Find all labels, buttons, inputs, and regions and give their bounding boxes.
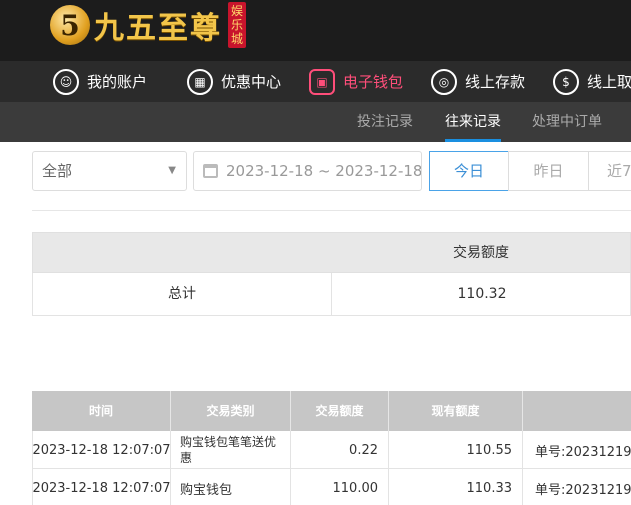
cell-type: 购宝钱包 xyxy=(171,469,291,505)
nav-item-label: 线上取 xyxy=(587,73,631,91)
column-header-order xyxy=(523,391,631,431)
nav-item-withdraw[interactable]: $ 线上取 xyxy=(553,61,631,102)
cell-time: 2023-12-18 12:07:07 xyxy=(33,431,171,469)
withdraw-icon: $ xyxy=(553,68,579,95)
yesterday-button[interactable]: 昨日 xyxy=(508,151,589,191)
type-select[interactable]: 全部 ▼ xyxy=(32,151,187,191)
cell-type: 购宝钱包笔笔送优惠 xyxy=(171,431,291,469)
site-header: 5 九五至尊 娱乐城 xyxy=(0,0,631,61)
date-range-value: 2023-12-18 ~ 2023-12-18 xyxy=(226,162,422,180)
site-logo[interactable]: 5 九五至尊 娱乐城 xyxy=(50,2,246,48)
cell-balance: 110.33 xyxy=(389,469,523,505)
column-header-time: 时间 xyxy=(32,391,171,431)
nav-item-deposit[interactable]: ◎ 线上存款 xyxy=(431,61,525,102)
deposit-icon: ◎ xyxy=(431,68,457,95)
type-select-value: 全部 xyxy=(42,162,73,180)
summary-header-amount: 交易额度 xyxy=(453,245,509,261)
nav-item-label: 线上存款 xyxy=(465,73,526,91)
brand-tag: 娱乐城 xyxy=(228,2,246,48)
cell-time: 2023-12-18 12:07:07 xyxy=(33,469,171,505)
column-header-type: 交易类别 xyxy=(171,391,291,431)
gift-icon: ▦ xyxy=(187,68,213,95)
last-7-days-button[interactable]: 近7 xyxy=(588,151,631,191)
caret-down-icon: ▼ xyxy=(168,165,176,176)
today-button[interactable]: 今日 xyxy=(429,151,509,191)
transactions-table: 时间 交易类别 交易额度 现有额度 2023-12-18 12:07:07 购宝… xyxy=(32,391,631,505)
calendar-icon xyxy=(203,164,218,178)
nav-item-label: 优惠中心 xyxy=(221,73,282,91)
tab-pending-orders[interactable]: 处理中订单 xyxy=(532,102,602,142)
table-header: 时间 交易类别 交易额度 现有额度 xyxy=(32,391,631,431)
cell-order-number: 单号:2023121937 xyxy=(535,482,631,498)
summary-total-value: 110.32 xyxy=(457,286,507,302)
column-header-amount: 交易额度 xyxy=(291,391,389,431)
summary-total-label: 总计 xyxy=(168,286,196,302)
cell-amount: 110.00 xyxy=(291,469,389,505)
main-nav: ☺ 我的账户 ▦ 优惠中心 ▣ 电子钱包 ◎ 线上存款 $ 线上取 xyxy=(0,61,631,102)
sub-nav: 投注记录 往来记录 处理中订单 xyxy=(0,102,631,142)
tab-transaction-records[interactable]: 往来记录 xyxy=(445,102,501,142)
divider xyxy=(32,210,631,211)
nav-item-promotions[interactable]: ▦ 优惠中心 xyxy=(187,61,281,102)
table-row: 2023-12-18 12:07:07 购宝钱包 110.00 110.33 单… xyxy=(32,469,631,505)
date-range-input[interactable]: 2023-12-18 ~ 2023-12-18 xyxy=(193,151,422,191)
cell-amount: 0.22 xyxy=(291,431,389,469)
logo-badge-icon: 5 xyxy=(50,5,90,45)
column-header-balance: 现有额度 xyxy=(389,391,523,431)
summary-header: 交易额度 xyxy=(32,232,631,273)
wallet-icon: ▣ xyxy=(309,68,335,95)
brand-name: 九五至尊 xyxy=(94,11,222,46)
table-row: 2023-12-18 12:07:07 购宝钱包笔笔送优惠 0.22 110.5… xyxy=(32,431,631,469)
user-icon: ☺ xyxy=(53,68,79,95)
cell-order-number: 单号:2023121937 xyxy=(535,444,631,460)
cell-balance: 110.55 xyxy=(389,431,523,469)
nav-item-label: 电子钱包 xyxy=(343,73,404,91)
tab-bet-records[interactable]: 投注记录 xyxy=(357,102,413,142)
nav-item-account[interactable]: ☺ 我的账户 xyxy=(53,61,147,102)
nav-item-wallet[interactable]: ▣ 电子钱包 xyxy=(309,61,403,102)
nav-item-label: 我的账户 xyxy=(87,73,148,91)
summary-row: 总计 110.32 xyxy=(32,273,631,316)
